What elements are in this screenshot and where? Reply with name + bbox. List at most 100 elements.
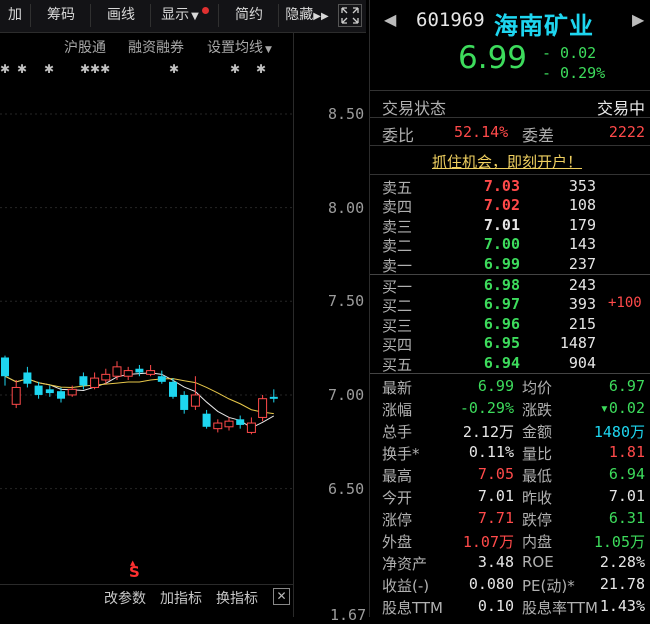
candle-body bbox=[224, 420, 234, 428]
candle-body bbox=[101, 373, 111, 381]
candle-body bbox=[246, 422, 256, 433]
candle[interactable] bbox=[90, 372, 100, 390]
sell-signal-marker[interactable]: ▲ S bbox=[129, 559, 140, 581]
stat-label: 股息率TTM bbox=[522, 599, 599, 617]
divider bbox=[370, 90, 650, 91]
candle[interactable] bbox=[258, 394, 268, 422]
bid-row[interactable]: 买五 6.94 904 bbox=[370, 353, 650, 374]
prev-stock-button[interactable]: ◀ bbox=[384, 10, 396, 29]
candlestick-chart[interactable] bbox=[0, 80, 292, 585]
stat-row: 股息TTM 0.10 股息率TTM 1.43% bbox=[370, 596, 650, 618]
candle[interactable] bbox=[169, 378, 177, 399]
candle[interactable] bbox=[135, 364, 144, 377]
candle[interactable] bbox=[1, 355, 9, 386]
stat-value: 7.05 bbox=[477, 465, 514, 483]
bid-row[interactable]: 买三 6.96 215 bbox=[370, 315, 650, 335]
candle-body bbox=[57, 391, 65, 399]
candle-body bbox=[112, 366, 122, 377]
open-account-link[interactable]: 抓住机会，即刻开户！ bbox=[432, 151, 582, 172]
bid-volume-change: +100 bbox=[608, 295, 642, 312]
stat-label: 内盘 bbox=[522, 533, 553, 551]
toolbar-add-button[interactable]: 加 bbox=[0, 4, 31, 27]
ask-label: 卖四 bbox=[382, 198, 413, 217]
close-icon: ✕ bbox=[276, 589, 287, 603]
next-stock-button[interactable]: ▶ bbox=[632, 10, 644, 29]
ask-row[interactable]: 卖三 7.01 179 bbox=[370, 215, 650, 236]
stat-label: 总手 bbox=[382, 423, 413, 441]
toolbar-hide-label: 隐藏 bbox=[285, 7, 314, 23]
stat-value: 2.28% bbox=[599, 553, 645, 571]
event-marker-icon[interactable]: ✱ bbox=[169, 62, 179, 76]
candle[interactable] bbox=[112, 361, 122, 380]
stat-label: 股息TTM bbox=[382, 599, 444, 617]
stat-value: ▾0.02 bbox=[599, 399, 645, 417]
candle[interactable] bbox=[202, 409, 211, 429]
dropdown-arrow-icon: ▼ bbox=[191, 11, 199, 22]
candle-body bbox=[23, 372, 32, 384]
ma-settings-dropdown[interactable]: 设置均线 ▼ bbox=[207, 37, 272, 57]
stat-row: 总手 2.12万 金额 1480万 bbox=[370, 420, 650, 442]
event-marker-icon[interactable]: ✱ bbox=[230, 62, 240, 76]
add-indicator-button[interactable]: 加指标 bbox=[160, 588, 202, 608]
ask-volume: 143 bbox=[568, 235, 596, 254]
event-marker-icon[interactable]: ✱✱✱ bbox=[80, 62, 110, 76]
bid-price: 6.94 bbox=[483, 353, 520, 372]
candle[interactable] bbox=[213, 419, 223, 433]
stat-label: 收益(-) bbox=[382, 577, 430, 595]
divider bbox=[370, 174, 650, 175]
toolbar-chips-button[interactable]: 筹码 bbox=[32, 4, 91, 27]
candle[interactable] bbox=[23, 366, 32, 388]
fullscreen-button[interactable] bbox=[338, 4, 362, 27]
stat-row: 最新 6.99 均价 6.97 bbox=[370, 376, 650, 398]
bid-price: 6.97 bbox=[483, 295, 520, 314]
event-marker-icon[interactable]: ✱ bbox=[44, 62, 54, 76]
candle[interactable] bbox=[146, 364, 156, 377]
caret-right-icon: ▶ bbox=[632, 10, 645, 29]
chart-toolbar: 加 筹码 画线 显示 ▼ 简约 隐藏▶▶ bbox=[0, 0, 366, 33]
ask-row[interactable]: 卖四 7.02 108 bbox=[370, 196, 650, 217]
bid-row[interactable]: 买一 6.98 243 bbox=[370, 276, 650, 296]
ask-row[interactable]: 卖二 7.00 143 bbox=[370, 235, 650, 255]
stat-label: 金额 bbox=[522, 423, 553, 441]
candle[interactable] bbox=[157, 370, 166, 384]
bid-row[interactable]: 买四 6.95 1487 bbox=[370, 334, 650, 354]
candle[interactable] bbox=[246, 417, 256, 435]
ask-row[interactable]: 卖一 6.99 237 bbox=[370, 255, 650, 275]
event-marker-icon[interactable]: ✱ bbox=[256, 62, 266, 76]
candle[interactable] bbox=[269, 389, 278, 403]
stat-value: 7.71 bbox=[477, 509, 514, 527]
bid-label: 买三 bbox=[382, 316, 413, 335]
ask-volume: 179 bbox=[568, 215, 596, 234]
stat-label: 最高 bbox=[382, 467, 413, 485]
switch-indicator-button[interactable]: 换指标 bbox=[216, 588, 258, 608]
margin-trading-link[interactable]: 融资融券 bbox=[128, 37, 184, 57]
modify-params-button[interactable]: 改参数 bbox=[104, 588, 146, 608]
stat-label: 昨收 bbox=[522, 489, 553, 507]
candle[interactable] bbox=[11, 379, 21, 409]
stat-row: 外盘 1.07万 内盘 1.05万 bbox=[370, 530, 650, 552]
bid-row[interactable]: 买二 6.97 393 +100 bbox=[370, 295, 650, 315]
toolbar-drawline-button[interactable]: 画线 bbox=[92, 4, 151, 27]
bid-diff-value: 2222 bbox=[608, 123, 645, 141]
event-marker-icon[interactable]: ✱ bbox=[0, 62, 10, 76]
close-indicator-button[interactable]: ✕ bbox=[273, 588, 290, 605]
candle[interactable] bbox=[34, 381, 43, 399]
candle[interactable] bbox=[236, 415, 245, 429]
candle-body bbox=[180, 394, 189, 410]
toolbar-hide-button[interactable]: 隐藏▶▶ bbox=[280, 4, 334, 27]
hk-connect-link[interactable]: 沪股通 bbox=[64, 37, 106, 57]
candle-body bbox=[169, 381, 177, 397]
ask-label: 卖一 bbox=[382, 256, 413, 275]
candle-body bbox=[269, 396, 278, 399]
candle[interactable] bbox=[224, 417, 234, 431]
toolbar-display-button[interactable]: 显示 ▼ bbox=[152, 4, 219, 27]
candle[interactable] bbox=[123, 366, 133, 380]
toolbar-simple-button[interactable]: 简约 bbox=[220, 4, 279, 27]
ask-row[interactable]: 卖五 7.03 353 bbox=[370, 177, 650, 197]
stat-row: 最高 7.05 最低 6.94 bbox=[370, 464, 650, 486]
stat-value: 1.81 bbox=[608, 443, 645, 461]
event-marker-icon[interactable]: ✱ bbox=[17, 62, 27, 76]
candle[interactable] bbox=[190, 376, 200, 410]
candle-body bbox=[135, 368, 144, 373]
price-change: - 0.02 bbox=[542, 44, 597, 62]
